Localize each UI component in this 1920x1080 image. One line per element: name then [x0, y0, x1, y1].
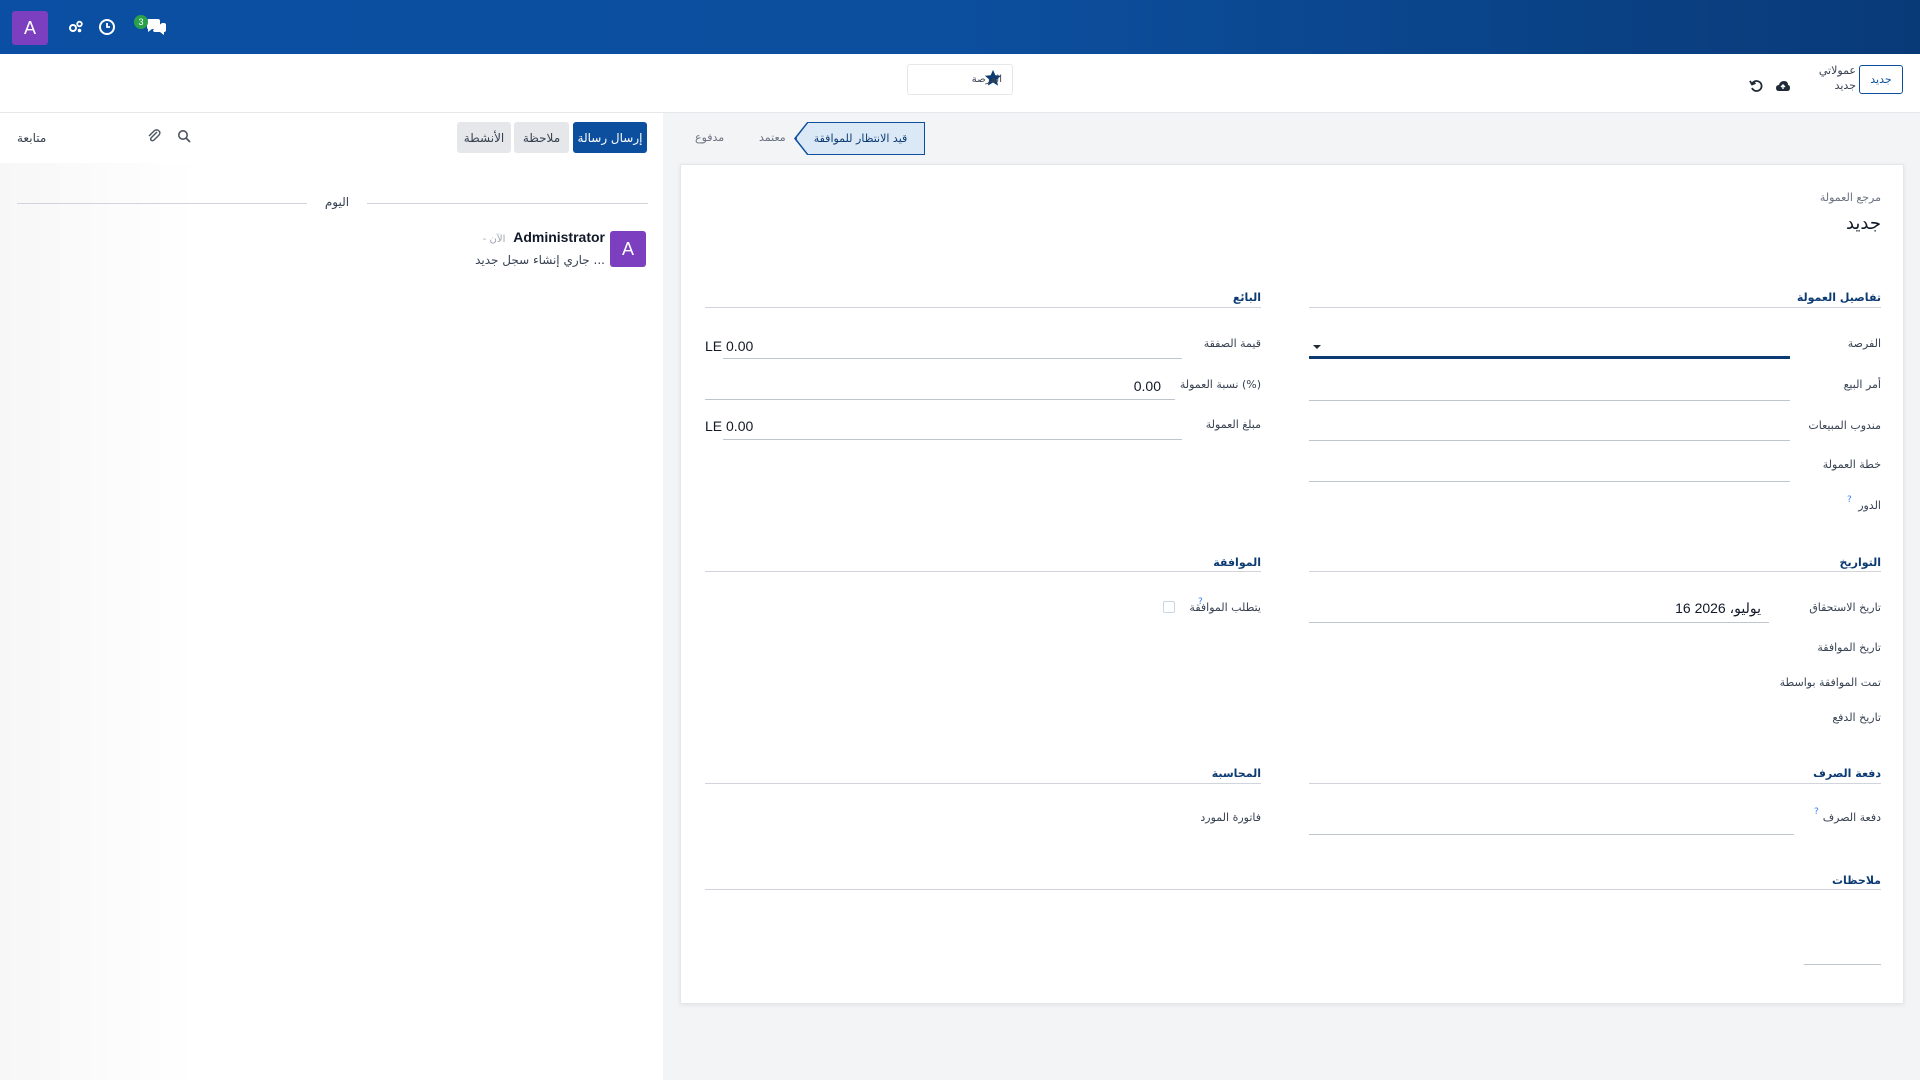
new-button[interactable]: جديد [1859, 65, 1903, 94]
message-time: - الآن [482, 234, 506, 245]
requires-approval-label: يتطلب الموافقة [1189, 601, 1261, 614]
due-date-field[interactable]: 16 يوليو، 2026 [1621, 600, 1761, 617]
stage-pending-approval[interactable]: قيد الانتظار للموافقة [796, 122, 925, 155]
message-avatar[interactable]: A [610, 231, 646, 267]
message-count-badge: 3 [134, 15, 148, 29]
approved-by-label: تمت الموافقة بواسطة [1779, 676, 1881, 689]
cloud-save-icon[interactable] [1774, 77, 1792, 95]
commission-amount-field[interactable]: LE 0.00 [705, 418, 753, 434]
section-commission-details: تفاصيل العمولة [1796, 291, 1881, 304]
section-separator [1309, 307, 1881, 308]
user-avatar[interactable]: A [12, 11, 48, 45]
sale-order-field[interactable] [1309, 400, 1790, 401]
commission-plan-field[interactable] [1309, 481, 1790, 482]
section-accounting: المحاسبة [1211, 767, 1261, 780]
message-body: جاري إنشاء سجل جديد ... [475, 253, 605, 267]
deal-value-label: قيمة الصفقة [1203, 337, 1261, 350]
section-notes: ملاحظات [1832, 874, 1881, 887]
payout-field[interactable] [1309, 834, 1794, 835]
section-separator [1309, 783, 1881, 784]
notes-field[interactable] [1804, 964, 1881, 965]
section-approval: الموافقة [1213, 556, 1261, 569]
opportunity-label: الفرصة [1847, 337, 1881, 350]
section-seller: البائع [1232, 291, 1261, 304]
salesperson-label: مندوب المبيعات [1808, 419, 1881, 432]
form-sheet: مرجع العمولة جديد تفاصيل العمولة الفرصة … [680, 164, 1904, 1004]
approval-date-label: تاريخ الموافقة [1817, 641, 1881, 654]
due-date-label: تاريخ الاستحقاق [1809, 601, 1881, 614]
send-message-button[interactable]: إرسال رسالة [573, 122, 647, 153]
breadcrumb-parent[interactable]: عمولاتي [1816, 63, 1856, 79]
separator-line-left [17, 203, 307, 204]
commission-plan-label: خطة العمولة [1822, 458, 1881, 471]
gear-group-icon[interactable] [65, 16, 87, 38]
reference-value[interactable]: جديد [1781, 213, 1881, 234]
separator-line-right [367, 203, 648, 204]
chatter-panel: متابعة إرسال رسالة ملاحظة الأنشطة اليوم … [0, 113, 663, 1080]
section-separator [705, 307, 1261, 308]
top-navbar: A 3 [0, 0, 1920, 54]
stage-paid[interactable]: مدفوع [695, 131, 724, 144]
section-separator [1309, 571, 1881, 572]
payment-date-label: تاريخ الدفع [1832, 711, 1881, 724]
reference-label: مرجع العمولة [1819, 191, 1881, 204]
opportunity-smart-button[interactable]: الفرصة [907, 64, 1013, 95]
chevron-down-icon[interactable] [1313, 345, 1321, 349]
vendor-bill-label: فاتورة المورد [1200, 811, 1261, 824]
today-label: اليوم [324, 195, 350, 209]
requires-approval-checkbox[interactable] [1163, 601, 1175, 613]
sale-order-label: أمر البيع [1843, 378, 1881, 391]
commission-amount-underline [723, 439, 1182, 440]
due-date-underline [1309, 622, 1769, 623]
deal-value-field[interactable]: LE 0.00 [705, 338, 753, 354]
section-payout: دفعة الصرف [1813, 767, 1881, 780]
search-icon[interactable] [175, 127, 193, 145]
clock-icon[interactable] [96, 16, 118, 38]
commission-amount-label: مبلغ العمولة [1205, 418, 1261, 431]
stage-approved[interactable]: معتمد [759, 131, 786, 144]
commission-rate-underline [705, 399, 1175, 400]
status-bar: مدفوع معتمد قيد الانتظار للموافقة [680, 122, 925, 155]
section-separator [705, 889, 1881, 890]
date-separator: اليوم [17, 193, 648, 213]
salesperson-field[interactable] [1309, 440, 1790, 441]
chatter-background [0, 163, 663, 1080]
payout-help-icon[interactable]: ? [1814, 807, 1819, 817]
commission-rate-label: نسبة العمولة (%) [1179, 378, 1261, 391]
activities-button[interactable]: الأنشطة [457, 122, 511, 153]
requires-approval-help-icon[interactable]: ? [1198, 597, 1203, 607]
control-panel: جديد عمولاتي جديد الفرصة [0, 54, 1920, 113]
smart-button-label: الفرصة [971, 74, 1002, 85]
follow-button[interactable]: متابعة [17, 131, 46, 145]
section-separator [705, 571, 1261, 572]
opportunity-field[interactable] [1309, 356, 1790, 359]
deal-value-underline [723, 358, 1182, 359]
commission-rate-field[interactable]: 0.00 [1021, 378, 1161, 394]
message-author[interactable]: Administrator [513, 229, 605, 245]
role-help-icon[interactable]: ? [1847, 495, 1852, 505]
discard-icon[interactable] [1747, 77, 1765, 95]
section-dates: التواريخ [1839, 556, 1881, 569]
message-header: - الآن Administrator [440, 229, 605, 245]
paperclip-icon[interactable] [145, 127, 163, 145]
payout-label: دفعة الصرف [1822, 811, 1881, 824]
section-separator [705, 783, 1261, 784]
breadcrumb-current: جديد [1834, 79, 1856, 92]
log-note-button[interactable]: ملاحظة [514, 122, 569, 153]
